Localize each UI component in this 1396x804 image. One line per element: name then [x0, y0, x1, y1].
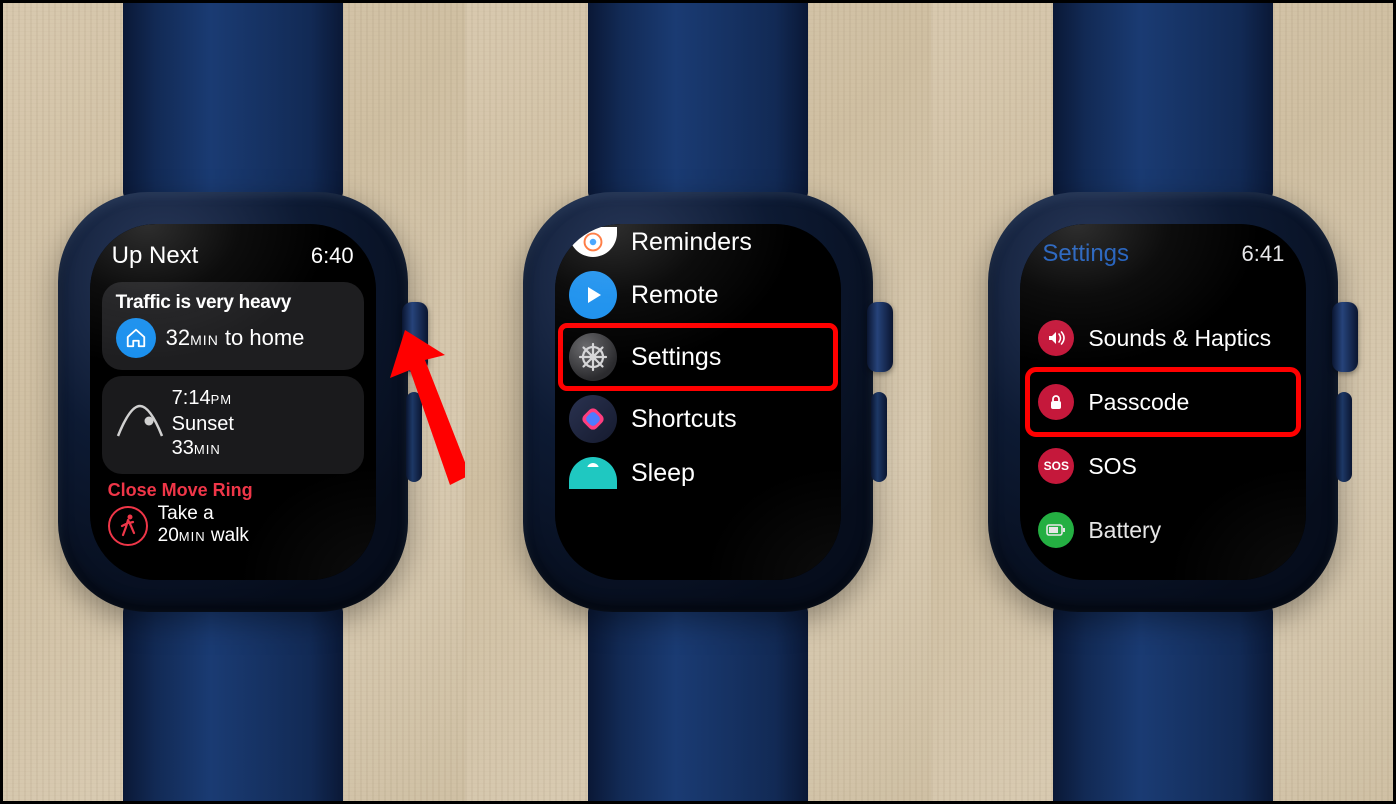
clock-time: 6:40 — [311, 243, 354, 269]
watch-band-top — [123, 0, 343, 210]
app-item-remote[interactable]: Remote — [561, 264, 835, 326]
sunset-card[interactable]: 7:14PM Sunset 33MIN — [102, 376, 364, 474]
lock-icon — [1038, 384, 1074, 420]
digital-crown[interactable] — [402, 302, 428, 372]
watch-screen-settings[interactable]: Settings 6:41 Sounds & Haptics — [1020, 224, 1306, 580]
watch-band-top — [588, 0, 808, 210]
shortcuts-icon — [569, 395, 617, 443]
side-button[interactable] — [406, 392, 422, 482]
settings-item-sounds-haptics[interactable]: Sounds & Haptics — [1028, 306, 1298, 370]
clock-time: 6:41 — [1241, 241, 1284, 267]
app-label: Sleep — [631, 459, 695, 488]
watch-body: Settings 6:41 Sounds & Haptics — [988, 192, 1338, 612]
upnext-header: Up Next 6:40 — [90, 224, 376, 276]
reminders-icon — [569, 227, 617, 257]
side-button[interactable] — [1336, 392, 1352, 482]
upnext-title: Up Next — [112, 242, 199, 270]
app-label: Remote — [631, 281, 719, 310]
app-item-reminders[interactable]: Reminders — [561, 227, 835, 264]
app-item-sleep[interactable]: Sleep — [561, 450, 835, 489]
app-item-shortcuts[interactable]: Shortcuts — [561, 388, 835, 450]
panel-watch-siri: Up Next 6:40 Traffic is very heavy 32MIN… — [0, 0, 465, 804]
watch-band-bottom — [1053, 594, 1273, 804]
battery-icon — [1038, 512, 1074, 548]
move-ring-text: Take a 20MIN walk — [158, 503, 249, 548]
move-ring-title: Close Move Ring — [108, 480, 358, 501]
sunset-curve-icon — [116, 402, 160, 446]
watch-band-bottom — [123, 594, 343, 804]
watch-screen-upnext: Up Next 6:40 Traffic is very heavy 32MIN… — [90, 224, 376, 580]
traffic-card[interactable]: Traffic is very heavy 32MIN to home — [102, 282, 364, 370]
side-button[interactable] — [871, 392, 887, 482]
watch-band-bottom — [588, 594, 808, 804]
watch-screen-applist[interactable]: Reminders Remote — [555, 224, 841, 580]
settings-icon — [569, 333, 617, 381]
sleep-icon — [569, 457, 617, 489]
app-label: Settings — [631, 343, 721, 372]
walk-icon — [108, 506, 148, 546]
traffic-eta: 32MIN to home — [166, 325, 305, 351]
digital-crown[interactable] — [1332, 302, 1358, 372]
sunset-info: 7:14PM Sunset 33MIN — [172, 386, 234, 462]
settings-label: Sounds & Haptics — [1088, 325, 1271, 352]
settings-item-battery[interactable]: Battery — [1028, 498, 1298, 562]
panel-app-list: Reminders Remote — [465, 0, 930, 804]
settings-item-passcode[interactable]: Passcode — [1028, 370, 1298, 434]
app-item-settings[interactable]: Settings — [561, 326, 835, 388]
app-label: Shortcuts — [631, 405, 737, 434]
digital-crown[interactable] — [867, 302, 893, 372]
settings-label: Battery — [1088, 517, 1161, 544]
settings-label: Passcode — [1088, 389, 1189, 416]
app-label: Reminders — [631, 228, 752, 257]
settings-item-sos[interactable]: SOS SOS — [1028, 434, 1298, 498]
settings-header: Settings 6:41 — [1020, 224, 1306, 276]
panel-settings-list: Settings 6:41 Sounds & Haptics — [931, 0, 1396, 804]
remote-icon — [569, 271, 617, 319]
sos-icon: SOS — [1038, 448, 1074, 484]
watch-body: Reminders Remote — [523, 192, 873, 612]
settings-label: SOS — [1088, 453, 1137, 480]
traffic-status: Traffic is very heavy — [116, 292, 350, 318]
move-ring-card[interactable]: Take a 20MIN walk — [108, 503, 358, 548]
home-icon — [116, 318, 156, 358]
watch-band-top — [1053, 0, 1273, 210]
settings-title[interactable]: Settings — [1042, 240, 1129, 268]
watch-body: Up Next 6:40 Traffic is very heavy 32MIN… — [58, 192, 408, 612]
speaker-icon — [1038, 320, 1074, 356]
